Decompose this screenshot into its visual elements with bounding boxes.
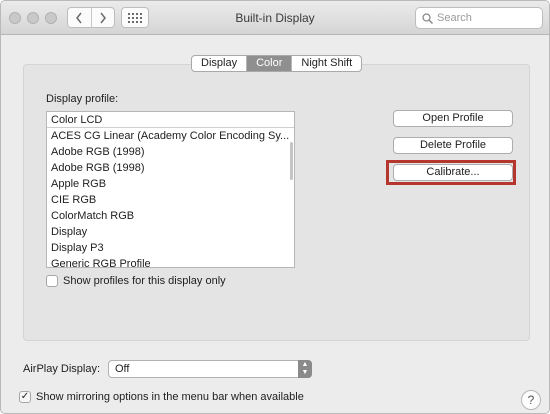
list-item[interactable]: Display P3 [47, 240, 294, 256]
tab-display[interactable]: Display [192, 56, 246, 71]
list-item[interactable]: ACES CG Linear (Academy Color Encoding S… [47, 128, 294, 144]
tab-bar: Display Color Night Shift [191, 55, 363, 72]
airplay-select[interactable]: Off ▲ ▼ [108, 360, 312, 378]
help-button[interactable]: ? [521, 390, 541, 410]
profile-list[interactable]: Color LCD ACES CG Linear (Academy Color … [46, 111, 295, 268]
search-placeholder: Search [437, 12, 472, 24]
list-scrollbar[interactable] [290, 142, 293, 180]
system-preferences-window: Built-in Display Search Display Color Ni… [0, 0, 550, 414]
airplay-label: AirPlay Display: [23, 363, 101, 375]
list-item[interactable]: Generic RGB Profile [47, 256, 294, 267]
delete-profile-button[interactable]: Delete Profile [393, 137, 513, 154]
title-bar: Built-in Display Search [1, 1, 549, 35]
mirroring-checkbox[interactable]: ✓ [19, 391, 31, 403]
search-icon [422, 12, 433, 24]
show-profiles-option[interactable]: Show profiles for this display only [46, 275, 226, 287]
airplay-value: Off [115, 363, 130, 375]
open-profile-button[interactable]: Open Profile [393, 110, 513, 127]
tab-night-shift[interactable]: Night Shift [291, 56, 361, 71]
list-item[interactable]: ColorMatch RGB [47, 208, 294, 224]
list-item[interactable]: Display [47, 224, 294, 240]
list-item[interactable]: Adobe RGB (1998) [47, 144, 294, 160]
list-item[interactable]: Apple RGB [47, 176, 294, 192]
search-field[interactable]: Search [415, 7, 543, 29]
tab-color[interactable]: Color [246, 56, 292, 71]
calibrate-highlight [386, 160, 516, 185]
list-item[interactable]: CIE RGB [47, 192, 294, 208]
mirroring-option[interactable]: ✓ Show mirroring options in the menu bar… [19, 391, 304, 403]
chevron-up-down-icon: ▲ ▼ [298, 360, 312, 378]
mirroring-label: Show mirroring options in the menu bar w… [36, 391, 304, 403]
list-item[interactable]: Adobe RGB (1998) [47, 160, 294, 176]
show-profiles-checkbox[interactable] [46, 275, 58, 287]
show-profiles-label: Show profiles for this display only [63, 275, 226, 287]
display-profile-label: Display profile: [46, 93, 119, 105]
selected-profile[interactable]: Color LCD [47, 112, 294, 128]
